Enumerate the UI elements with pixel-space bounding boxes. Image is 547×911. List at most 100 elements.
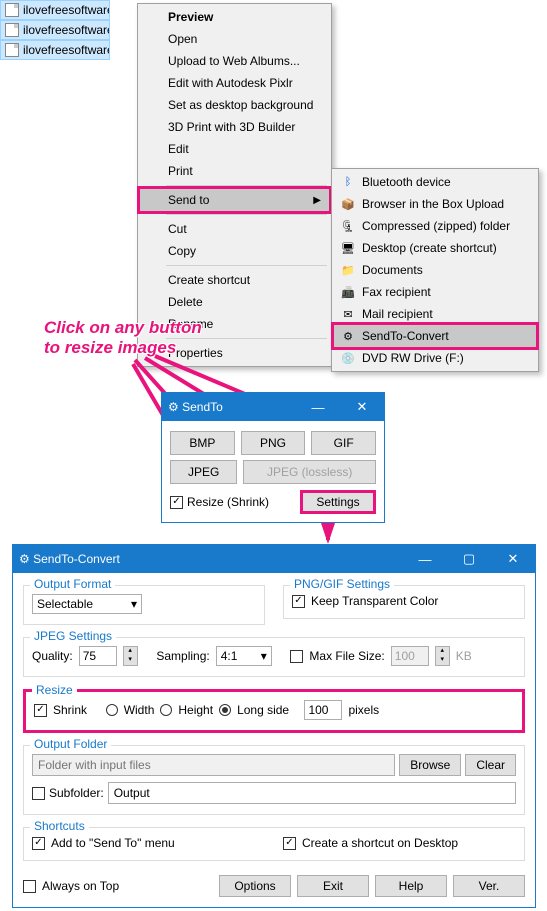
minimize-button[interactable]: — bbox=[403, 545, 447, 573]
sendto-compressed[interactable]: 🗜Compressed (zipped) folder bbox=[334, 215, 536, 237]
group-label: Output Folder bbox=[30, 737, 111, 751]
send-to-submenu: ᛒBluetooth device 📦Browser in the Box Up… bbox=[331, 168, 539, 372]
max-filesize-checkbox[interactable]: ✓ bbox=[290, 650, 303, 663]
menu-open[interactable]: Open bbox=[140, 28, 329, 50]
image-file-icon bbox=[5, 23, 19, 37]
add-sendto-checkbox[interactable]: ✓ bbox=[32, 837, 45, 850]
create-desktop-checkbox[interactable]: ✓ bbox=[283, 837, 296, 850]
keep-transparent-label: Keep Transparent Color bbox=[311, 594, 438, 608]
annotation-text: Click on any button to resize images bbox=[44, 318, 202, 359]
titlebar[interactable]: ⚙ SendTo — ✕ bbox=[162, 393, 384, 421]
jpeg-button[interactable]: JPEG bbox=[170, 460, 237, 484]
shrink-label: Shrink bbox=[53, 703, 87, 717]
menu-copy[interactable]: Copy bbox=[140, 240, 329, 262]
menu-print[interactable]: Print bbox=[140, 160, 329, 182]
file-list: ilovefreesoftware (1).p ilovefreesoftwar… bbox=[0, 0, 138, 60]
menu-setbg[interactable]: Set as desktop background bbox=[140, 94, 329, 116]
max-filesize-spinner[interactable]: ▴▾ bbox=[435, 646, 450, 666]
settings-button[interactable]: Settings bbox=[300, 490, 376, 514]
box-icon: 📦 bbox=[340, 196, 356, 212]
file-item[interactable]: ilovefreesoftware (1).p bbox=[0, 0, 110, 20]
height-radio[interactable] bbox=[160, 704, 172, 716]
menu-preview[interactable]: Preview bbox=[140, 6, 329, 28]
output-folder-input[interactable] bbox=[32, 754, 395, 776]
sendto-settings-window: ⚙ SendTo-Convert — ▢ ✕ Output Format Sel… bbox=[12, 544, 536, 908]
menu-3dprint[interactable]: 3D Print with 3D Builder bbox=[140, 116, 329, 138]
subfolder-input[interactable] bbox=[108, 782, 516, 804]
browse-button[interactable]: Browse bbox=[399, 754, 461, 776]
sampling-select[interactable]: 4:1▾ bbox=[216, 646, 272, 666]
add-sendto-label: Add to "Send To" menu bbox=[51, 836, 175, 850]
height-label: Height bbox=[178, 703, 213, 717]
always-on-top-label: Always on Top bbox=[42, 879, 119, 893]
kb-label: KB bbox=[456, 649, 472, 663]
subfolder-checkbox[interactable]: ✓ bbox=[32, 787, 45, 800]
sendto-documents[interactable]: 📁Documents bbox=[334, 259, 536, 281]
sendto-small-window: ⚙ SendTo — ✕ BMP PNG GIF JPEG JPEG (loss… bbox=[161, 392, 385, 523]
exit-button[interactable]: Exit bbox=[297, 875, 369, 897]
separator bbox=[166, 214, 327, 215]
longside-radio[interactable] bbox=[219, 704, 231, 716]
output-format-group: Output Format Selectable▾ bbox=[23, 585, 265, 625]
menu-edit[interactable]: Edit bbox=[140, 138, 329, 160]
file-name: ilovefreesoftware (1).p bbox=[23, 3, 110, 17]
sendto-desktop[interactable]: 🖥Desktop (create shortcut) bbox=[334, 237, 536, 259]
close-button[interactable]: ✕ bbox=[340, 393, 384, 421]
resize-label: Resize (Shrink) bbox=[187, 495, 269, 509]
always-on-top-checkbox[interactable]: ✓ bbox=[23, 880, 36, 893]
file-item[interactable]: ilovefreesoftware (2).p bbox=[0, 20, 110, 40]
menu-delete[interactable]: Delete bbox=[140, 291, 329, 313]
gif-button[interactable]: GIF bbox=[311, 431, 376, 455]
quality-spinner[interactable]: ▴▾ bbox=[123, 646, 138, 666]
shrink-checkbox[interactable]: ✓ bbox=[34, 704, 47, 717]
sampling-label: Sampling: bbox=[156, 649, 209, 663]
file-name: ilovefreesoftware (3).p bbox=[23, 43, 110, 57]
resize-pixels-input[interactable]: 100 bbox=[304, 700, 342, 720]
sendto-browser-box[interactable]: 📦Browser in the Box Upload bbox=[334, 193, 536, 215]
png-gif-group: PNG/GIF Settings ✓Keep Transparent Color bbox=[283, 585, 525, 619]
help-button[interactable]: Help bbox=[375, 875, 447, 897]
close-button[interactable]: ✕ bbox=[491, 545, 535, 573]
ver-button[interactable]: Ver. bbox=[453, 875, 525, 897]
png-button[interactable]: PNG bbox=[241, 431, 306, 455]
sendto-convert[interactable]: ⚙SendTo-Convert bbox=[331, 322, 539, 350]
group-label: Resize bbox=[32, 683, 77, 697]
sendto-bluetooth[interactable]: ᛒBluetooth device bbox=[334, 171, 536, 193]
sendto-dvd[interactable]: 💿DVD RW Drive (F:) bbox=[334, 347, 536, 369]
app-icon: ⚙ bbox=[19, 552, 30, 566]
quality-label: Quality: bbox=[32, 649, 73, 663]
menu-cut[interactable]: Cut bbox=[140, 218, 329, 240]
quality-input[interactable]: 75 bbox=[79, 646, 117, 666]
bmp-button[interactable]: BMP bbox=[170, 431, 235, 455]
app-icon: ⚙ bbox=[168, 400, 179, 414]
create-desktop-label: Create a shortcut on Desktop bbox=[302, 836, 458, 850]
image-file-icon bbox=[5, 43, 19, 57]
maximize-button[interactable]: ▢ bbox=[447, 545, 491, 573]
group-label: PNG/GIF Settings bbox=[290, 577, 394, 591]
minimize-button[interactable]: — bbox=[296, 393, 340, 421]
titlebar[interactable]: ⚙ SendTo-Convert — ▢ ✕ bbox=[13, 545, 535, 573]
shortcuts-group: Shortcuts ✓Add to "Send To" menu ✓Create… bbox=[23, 827, 525, 861]
window-title: SendTo-Convert bbox=[33, 552, 120, 566]
width-label: Width bbox=[124, 703, 155, 717]
menu-send-to[interactable]: Send to▶ bbox=[137, 186, 332, 214]
width-radio[interactable] bbox=[106, 704, 118, 716]
group-label: Shortcuts bbox=[30, 819, 89, 833]
max-filesize-input[interactable]: 100 bbox=[391, 646, 429, 666]
keep-transparent-checkbox[interactable]: ✓ bbox=[292, 595, 305, 608]
resize-checkbox[interactable]: ✓ bbox=[170, 496, 183, 509]
file-item[interactable]: ilovefreesoftware (3).p bbox=[0, 40, 110, 60]
menu-create-shortcut[interactable]: Create shortcut bbox=[140, 269, 329, 291]
group-label: JPEG Settings bbox=[30, 629, 116, 643]
menu-pixlr[interactable]: Edit with Autodesk Pixlr bbox=[140, 72, 329, 94]
jpeg-settings-group: JPEG Settings Quality: 75 ▴▾ Sampling: 4… bbox=[23, 637, 525, 677]
pixels-label: pixels bbox=[348, 703, 379, 717]
output-format-select[interactable]: Selectable▾ bbox=[32, 594, 142, 614]
chevron-down-icon: ▾ bbox=[261, 649, 267, 663]
options-button[interactable]: Options bbox=[219, 875, 291, 897]
sendto-fax[interactable]: 📠Fax recipient bbox=[334, 281, 536, 303]
jpeg-lossless-button[interactable]: JPEG (lossless) bbox=[243, 460, 376, 484]
clear-button[interactable]: Clear bbox=[465, 754, 516, 776]
menu-upload[interactable]: Upload to Web Albums... bbox=[140, 50, 329, 72]
separator bbox=[166, 265, 327, 266]
